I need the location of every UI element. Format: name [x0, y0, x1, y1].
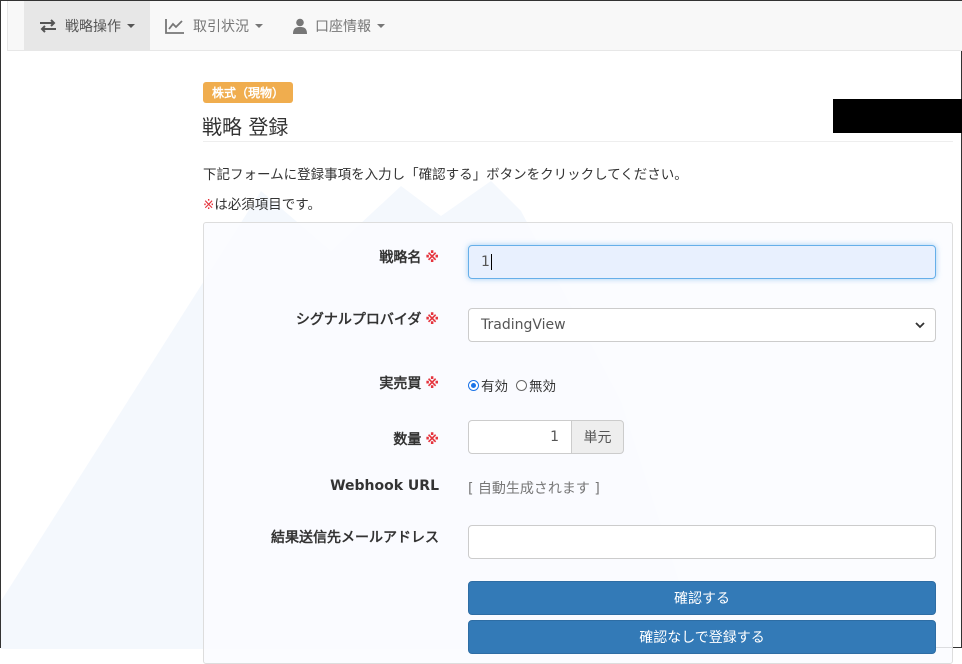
webhook-url-label: Webhook URL [330, 478, 439, 494]
nav-strategy-ops[interactable]: 戦略操作 [24, 1, 150, 50]
quantity-label-text: 数量 [393, 432, 422, 448]
chevron-down-icon [915, 322, 925, 329]
signal-provider-select[interactable]: TradingView [468, 308, 936, 342]
email-label: 結果送信先メールアドレス [271, 530, 439, 546]
required-mark: ※ [425, 432, 439, 448]
caret-down-icon [377, 23, 385, 28]
redacted-block [833, 99, 962, 133]
nav-trade-status-label: 取引状況 [193, 18, 249, 35]
transfer-arrows-icon [39, 18, 57, 33]
top-navbar: 戦略操作 取引状況 口座情報 [7, 1, 962, 51]
strategy-name-label: 戦略名 ※ [203, 247, 439, 267]
user-icon [293, 18, 307, 34]
quantity-input[interactable]: 1 [468, 420, 572, 454]
quantity-value: 1 [550, 429, 559, 445]
radio-enabled[interactable] [468, 379, 479, 391]
asset-type-badge: 株式（現物） [203, 82, 294, 103]
nav-strategy-ops-label: 戦略操作 [65, 18, 121, 35]
nav-trade-status[interactable]: 取引状況 [150, 1, 278, 50]
strategy-name-value: 1 [481, 254, 490, 270]
signal-provider-label: シグナルプロバイダ ※ [203, 309, 439, 329]
radio-disabled-label[interactable]: 無効 [529, 375, 556, 395]
form-instruction: 下記フォームに登録事項を入力し「確認する」ボタンをクリックしてください。 [203, 167, 688, 183]
quantity-label: 数量 ※ [203, 429, 439, 449]
caret-down-icon [127, 23, 135, 28]
quantity-unit-addon: 単元 [571, 420, 624, 454]
strategy-name-label-text: 戦略名 [379, 250, 422, 266]
page-title: 戦略 登録 [202, 115, 289, 139]
nav-account-info[interactable]: 口座情報 [278, 1, 400, 50]
required-mark: ※ [425, 250, 439, 266]
required-mark: ※ [425, 312, 439, 328]
webhook-url-value: [ 自動生成されます ] [468, 481, 600, 497]
text-cursor [490, 254, 492, 270]
required-mark: ※ [203, 197, 215, 213]
email-input[interactable] [468, 525, 936, 559]
radio-enabled-label[interactable]: 有効 [481, 375, 508, 395]
real-trading-label: 実売買 ※ [203, 373, 439, 393]
signal-provider-selected: TradingView [481, 317, 566, 333]
caret-down-icon [255, 23, 263, 28]
real-trading-radio-group: 有効 無効 [468, 375, 556, 395]
required-note-text: は必須項目です。 [214, 197, 321, 213]
register-without-confirm-button[interactable]: 確認なしで登録する [468, 620, 936, 654]
nav-account-info-label: 口座情報 [315, 18, 371, 35]
radio-disabled[interactable] [516, 379, 527, 391]
title-divider [203, 141, 953, 142]
required-mark: ※ [425, 376, 439, 392]
signal-provider-label-text: シグナルプロバイダ [295, 312, 422, 328]
line-chart-icon [165, 18, 185, 34]
strategy-name-input[interactable]: 1 [468, 245, 936, 279]
real-trading-label-text: 実売買 [379, 376, 422, 392]
confirm-button[interactable]: 確認する [468, 581, 936, 615]
required-note: ※は必須項目です。 [203, 193, 321, 213]
